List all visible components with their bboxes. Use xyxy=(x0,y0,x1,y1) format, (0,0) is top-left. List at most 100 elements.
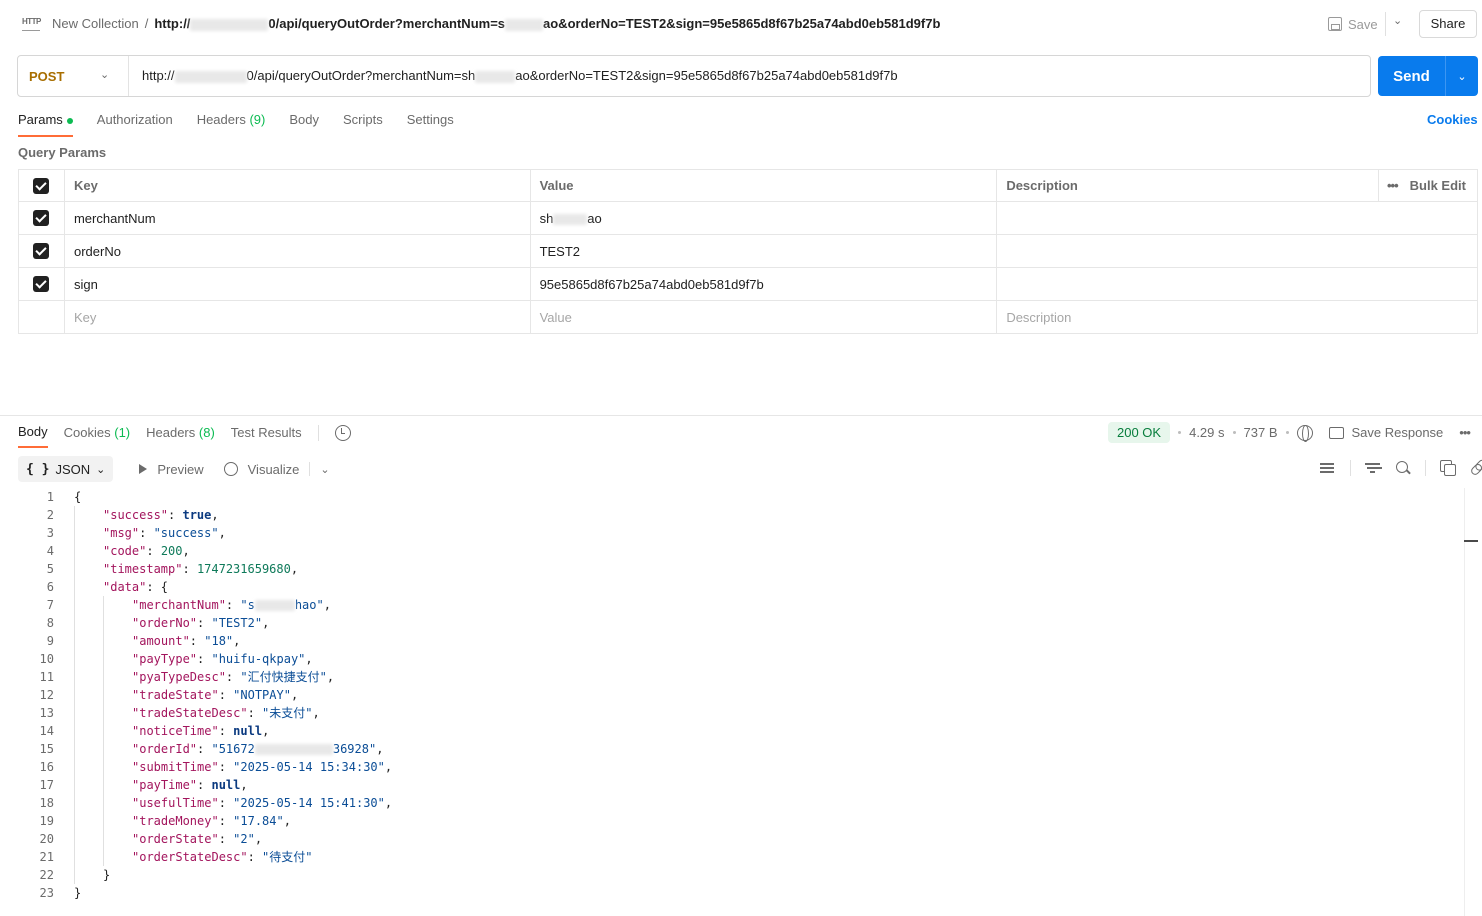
json-key: "payTime" xyxy=(132,778,198,792)
preview-button[interactable]: Preview xyxy=(157,462,203,477)
save-response-button[interactable]: Save Response xyxy=(1352,425,1444,440)
tab-authorization[interactable]: Authorization xyxy=(97,112,173,137)
tab-response-cookies-label: Cookies xyxy=(63,425,111,440)
response-time[interactable]: 4.29 s xyxy=(1189,425,1224,440)
code-text: "usefulTime": "2025-05-14 15:41:30", xyxy=(132,796,393,810)
param-key[interactable]: sign xyxy=(63,267,531,301)
json-key: "orderState" xyxy=(132,832,219,846)
row-checkbox[interactable] xyxy=(33,276,50,293)
response-body-viewer[interactable]: 1{ 2 "success": true, 3 "msg": "success", … xyxy=(0,488,1464,916)
copy-icon[interactable] xyxy=(1440,460,1456,476)
format-select[interactable]: { } JSON ⌄ xyxy=(18,456,114,482)
globe-icon[interactable] xyxy=(1296,424,1313,442)
tab-scripts[interactable]: Scripts xyxy=(343,112,383,137)
more-options-icon[interactable]: ••• xyxy=(1387,178,1399,193)
param-key[interactable]: merchantNum xyxy=(63,201,531,235)
bulk-edit-button[interactable]: Bulk Edit xyxy=(1410,178,1466,193)
breadcrumb: New Collection / http:// 0/api/queryOutOrde… xyxy=(52,16,940,31)
response-size[interactable]: 737 B xyxy=(1244,425,1278,440)
search-icon[interactable] xyxy=(1395,460,1411,476)
json-key: "orderStateDesc" xyxy=(132,850,248,864)
tab-body[interactable]: Body xyxy=(289,112,319,137)
vertical-scrollbar[interactable] xyxy=(1464,488,1482,916)
json-key: "pyaTypeDesc" xyxy=(132,670,226,684)
cookies-link[interactable]: Cookies xyxy=(1427,112,1478,127)
send-label: Send xyxy=(1393,67,1430,85)
link-icon[interactable] xyxy=(1467,457,1482,480)
param-value[interactable]: sh ao xyxy=(529,201,998,235)
tools-separator xyxy=(1350,460,1351,476)
line-number: 7 xyxy=(46,598,54,612)
code-text: "tradeState": "NOTPAY", xyxy=(132,688,299,702)
row-check-cell xyxy=(18,234,65,268)
row-checkbox[interactable] xyxy=(33,243,50,260)
code-text: { xyxy=(74,490,82,504)
request-title[interactable]: http:// 0/api/queryOutOrder?merchantNum=s… xyxy=(154,16,940,31)
tab-params[interactable]: Params xyxy=(18,112,73,137)
param-description[interactable] xyxy=(996,234,1478,268)
format-separator xyxy=(309,462,311,476)
visualize-chevron-down-icon[interactable]: ⌄ xyxy=(320,463,329,476)
url-prefix: http:// xyxy=(142,68,175,83)
json-value: "s hao" xyxy=(240,598,323,612)
indent-guide xyxy=(74,506,75,884)
json-key: "noticeTime" xyxy=(132,724,219,738)
json-value: "TEST2" xyxy=(211,616,263,630)
send-button[interactable]: Send ⌄ xyxy=(1378,56,1478,96)
param-value[interactable]: TEST2 xyxy=(529,234,998,268)
tab-headers[interactable]: Headers (9) xyxy=(197,112,266,137)
method-select[interactable]: POST ⌄ xyxy=(18,56,129,96)
json-key: "msg" xyxy=(103,526,140,540)
save-options-chevron-down-icon[interactable]: ⌄ xyxy=(1393,14,1402,27)
line-number: 2 xyxy=(46,508,54,522)
url-suffix: ao&orderNo=TEST2&sign=95e5865d8f67b25a74… xyxy=(515,68,898,83)
response-headers-count: (8) xyxy=(198,425,215,440)
tab-response-cookies[interactable]: Cookies (1) xyxy=(64,425,130,447)
tab-test-results[interactable]: Test Results xyxy=(231,425,302,447)
send-options-chevron-down-icon[interactable]: ⌄ xyxy=(1446,70,1478,83)
wrap-lines-icon[interactable] xyxy=(1320,460,1336,476)
new-value-input[interactable]: Value xyxy=(529,300,998,334)
status-badge[interactable]: 200 OK xyxy=(1108,422,1171,443)
new-key-input[interactable]: Key xyxy=(63,300,531,334)
tab-settings[interactable]: Settings xyxy=(407,112,454,137)
json-value: "huifu-qkpay" xyxy=(211,652,306,666)
filter-icon[interactable] xyxy=(1365,460,1381,476)
param-description[interactable] xyxy=(996,267,1478,301)
save-button[interactable]: Save xyxy=(1328,13,1378,35)
new-description-input[interactable]: Description xyxy=(996,300,1478,334)
response-divider[interactable] xyxy=(0,415,1482,416)
param-value[interactable]: 95e5865d8f67b25a74abd0eb581d9f7b xyxy=(529,267,998,301)
redacted-host xyxy=(190,18,269,31)
row-checkbox[interactable] xyxy=(33,210,50,227)
json-value: "NOTPAY" xyxy=(233,688,291,702)
tools-separator xyxy=(1425,460,1426,476)
visualize-button[interactable]: Visualize xyxy=(248,462,300,477)
tab-response-body[interactable]: Body xyxy=(18,424,48,448)
request-title-prefix: http:// xyxy=(154,16,191,31)
line-number: 12 xyxy=(39,688,54,702)
json-value: "success" xyxy=(153,526,219,540)
more-options-icon[interactable]: ••• xyxy=(1459,425,1471,440)
redacted-host xyxy=(174,70,247,83)
url-input[interactable]: http:// 0/api/queryOutOrder?merchantNum=s… xyxy=(129,56,1370,96)
param-key[interactable]: orderNo xyxy=(63,234,531,268)
param-value-start: sh xyxy=(539,210,554,226)
code-text: "merchantNum": "s hao", xyxy=(132,598,331,612)
tab-response-headers[interactable]: Headers (8) xyxy=(146,425,215,447)
json-key: "amount" xyxy=(132,634,190,648)
line-number: 16 xyxy=(39,760,54,774)
url-middle: 0/api/queryOutOrder?merchantNum=sh xyxy=(246,68,476,83)
code-text: } xyxy=(74,886,82,900)
param-description[interactable] xyxy=(996,201,1478,235)
line-number: 21 xyxy=(39,850,54,864)
select-all-checkbox[interactable] xyxy=(33,177,50,194)
response-cookies-count: (1) xyxy=(114,425,131,440)
history-icon[interactable] xyxy=(334,425,351,441)
breadcrumb-collection[interactable]: New Collection xyxy=(52,16,139,31)
json-value: null xyxy=(233,724,263,738)
share-button[interactable]: Share xyxy=(1419,10,1477,38)
table-row: orderNo TEST2 xyxy=(18,234,1478,268)
response-tabs: Body Cookies (1) Headers (8) Test Result… xyxy=(18,424,351,448)
code-text: "code": 200, xyxy=(103,544,190,558)
